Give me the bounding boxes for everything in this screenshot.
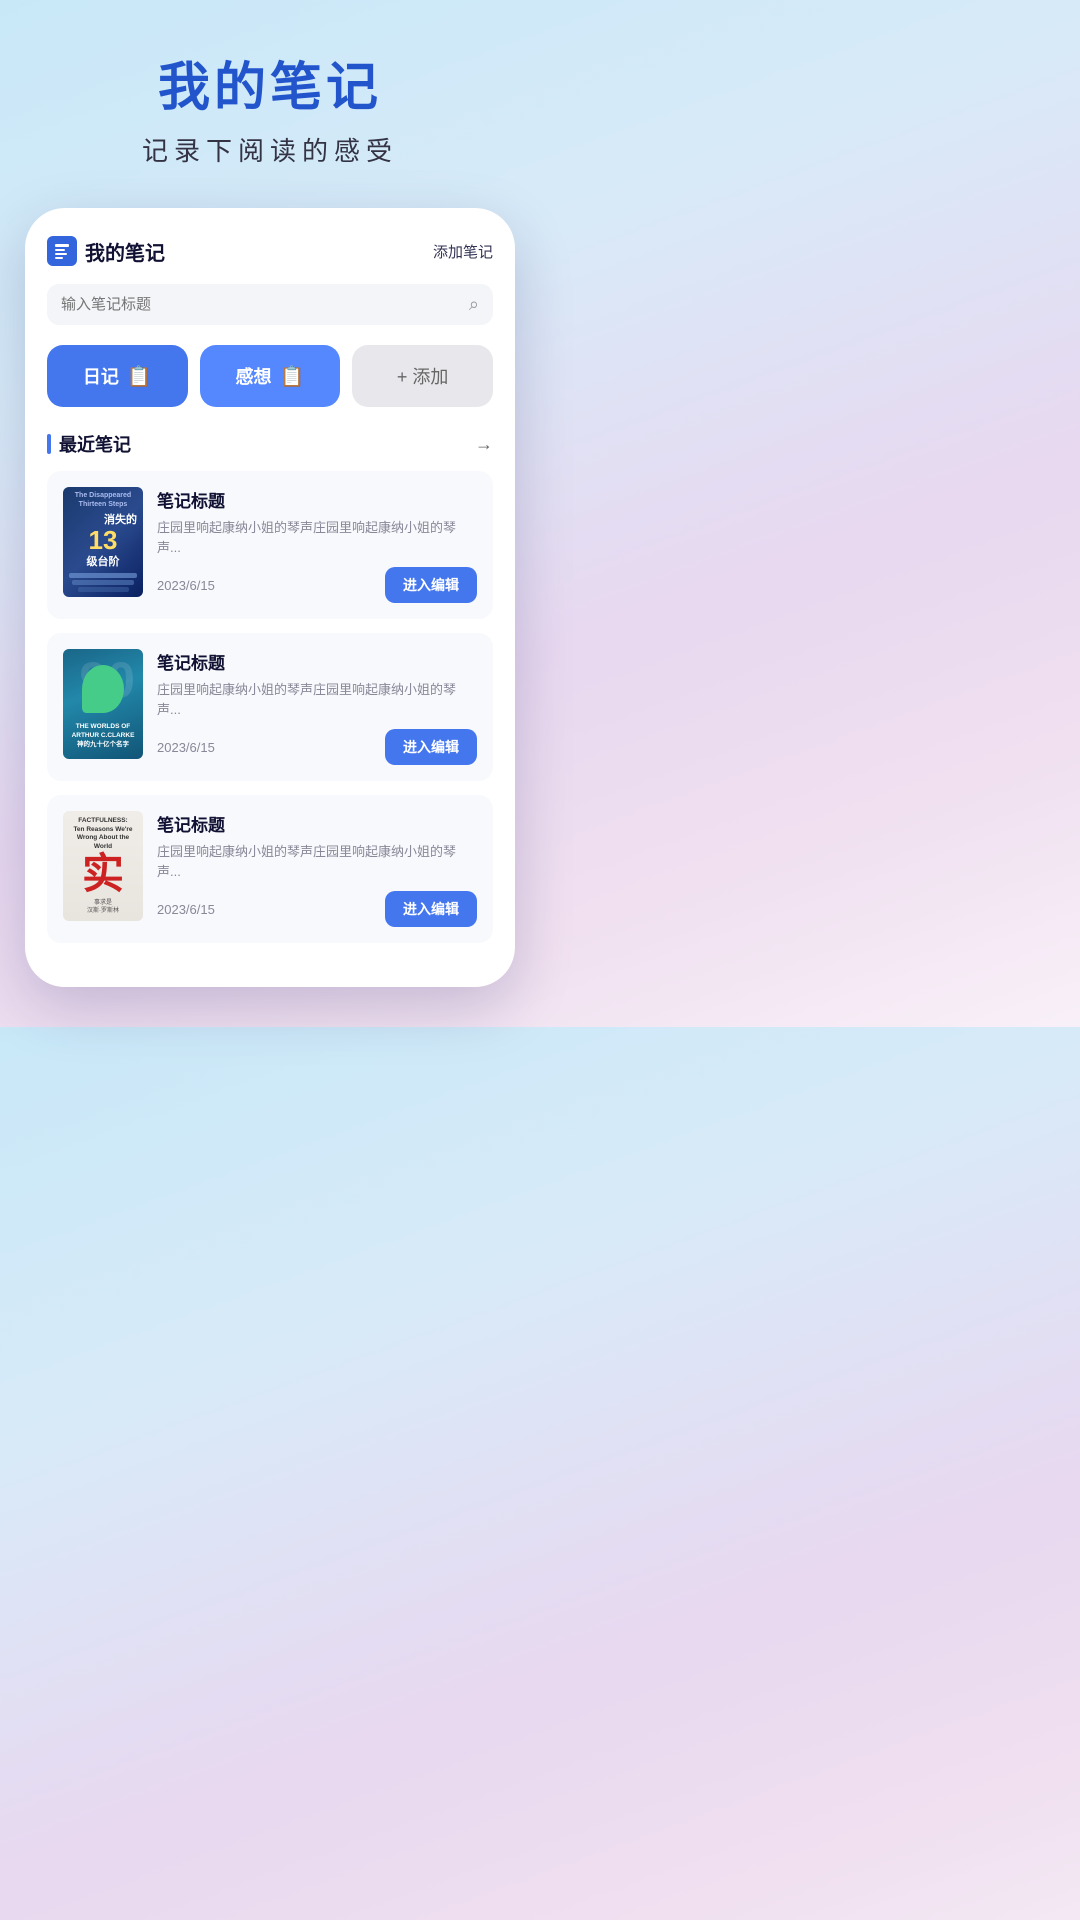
- book3-top-title: FACTFULNESS:Ten Reasons We're Wrong Abou…: [69, 817, 137, 851]
- section-bar-decoration: [47, 434, 51, 454]
- note-card-3: FACTFULNESS:Ten Reasons We're Wrong Abou…: [47, 795, 493, 943]
- hero-subtitle: 记录下阅读的感受: [30, 131, 510, 168]
- header-title: 我的笔记: [85, 237, 165, 266]
- book-cover-1: The DisappearedThirteen Steps 消失的 13 级台阶: [63, 487, 143, 597]
- category-add[interactable]: + 添加: [352, 345, 493, 407]
- notes-icon: [53, 242, 71, 260]
- book1-unit: 级台阶: [87, 553, 120, 569]
- category-diary-label: 日记: [83, 363, 119, 389]
- note-footer-3: 2023/6/15 进入编辑: [157, 891, 477, 927]
- book2-title: THE WORLDS OFARTHUR C.CLARKE神的九十亿个名字: [70, 718, 137, 753]
- step3: [78, 587, 129, 592]
- note-preview-3: 庄园里响起康纳小姐的琴声庄园里响起康纳小姐的琴声...: [157, 842, 477, 881]
- phone-frame: 我的笔记 添加笔记 ⌕ 日记 📋 感想 📋 + 添加 最近笔记 → The Di…: [25, 208, 515, 987]
- note-title-2: 笔记标题: [157, 649, 477, 674]
- note-content-3: 笔记标题 庄园里响起康纳小姐的琴声庄园里响起康纳小姐的琴声... 2023/6/…: [157, 811, 477, 927]
- note-card-2: 90 THE WORLDS OFARTHUR C.CLARKE神的九十亿个名字 …: [47, 633, 493, 781]
- search-icon: ⌕: [469, 294, 479, 315]
- note-content-2: 笔记标题 庄园里响起康纳小姐的琴声庄园里响起康纳小姐的琴声... 2023/6/…: [157, 649, 477, 765]
- book2-shape: [82, 665, 124, 713]
- note-content-1: 笔记标题 庄园里响起康纳小姐的琴声庄园里响起康纳小姐的琴声... 2023/6/…: [157, 487, 477, 603]
- category-diary[interactable]: 日记 📋: [47, 345, 188, 407]
- step2: [72, 580, 133, 585]
- diary-icon: 📋: [127, 364, 152, 389]
- section-more-arrow[interactable]: →: [475, 434, 493, 455]
- app-logo-icon: [47, 236, 77, 266]
- note-preview-2: 庄园里响起康纳小姐的琴声庄园里响起康纳小姐的琴声...: [157, 680, 477, 719]
- category-thoughts[interactable]: 感想 📋: [200, 345, 341, 407]
- book2-content: THE WORLDS OFARTHUR C.CLARKE神的九十亿个名字: [69, 655, 137, 753]
- app-header: 我的笔记 添加笔记: [47, 236, 493, 266]
- hero-title: 我的笔记: [30, 60, 510, 117]
- book2-inner: 90 THE WORLDS OFARTHUR C.CLARKE神的九十亿个名字: [69, 655, 137, 753]
- edit-button-1[interactable]: 进入编辑: [385, 567, 477, 603]
- header-left: 我的笔记: [47, 236, 165, 266]
- note-footer-2: 2023/6/15 进入编辑: [157, 729, 477, 765]
- search-input[interactable]: [61, 296, 469, 313]
- search-bar: ⌕: [47, 284, 493, 325]
- book1-en-title: The DisappearedThirteen Steps: [75, 492, 131, 509]
- book3-bottom: 事求是汉斯·罗斯林: [87, 895, 119, 916]
- book-cover-3: FACTFULNESS:Ten Reasons We're Wrong Abou…: [63, 811, 143, 921]
- note-card-1: The DisappearedThirteen Steps 消失的 13 级台阶…: [47, 471, 493, 619]
- note-date-3: 2023/6/15: [157, 902, 215, 917]
- book1-number: 13: [89, 527, 118, 553]
- edit-button-2[interactable]: 进入编辑: [385, 729, 477, 765]
- category-add-label: + 添加: [397, 363, 449, 389]
- book3-char: 实: [82, 853, 124, 895]
- note-date-1: 2023/6/15: [157, 578, 215, 593]
- note-title-1: 笔记标题: [157, 487, 477, 512]
- section-title: 最近笔记: [59, 431, 131, 457]
- book3-char-wrap: 实: [82, 853, 124, 895]
- hero-section: 我的笔记 记录下阅读的感受: [0, 0, 540, 208]
- note-footer-1: 2023/6/15 进入编辑: [157, 567, 477, 603]
- section-title-wrap: 最近笔记: [47, 431, 131, 457]
- edit-button-3[interactable]: 进入编辑: [385, 891, 477, 927]
- book1-steps: [69, 573, 137, 592]
- category-thoughts-label: 感想: [236, 363, 272, 389]
- book1-num-row: 13: [89, 527, 118, 553]
- category-row: 日记 📋 感想 📋 + 添加: [47, 345, 493, 407]
- book-cover-2: 90 THE WORLDS OFARTHUR C.CLARKE神的九十亿个名字: [63, 649, 143, 759]
- step1: [69, 573, 137, 578]
- note-preview-1: 庄园里响起康纳小姐的琴声庄园里响起康纳小姐的琴声...: [157, 518, 477, 557]
- thoughts-icon: 📋: [280, 364, 305, 389]
- note-title-3: 笔记标题: [157, 811, 477, 836]
- section-header: 最近笔记 →: [47, 431, 493, 457]
- note-date-2: 2023/6/15: [157, 740, 215, 755]
- add-note-button[interactable]: 添加笔记: [433, 241, 493, 262]
